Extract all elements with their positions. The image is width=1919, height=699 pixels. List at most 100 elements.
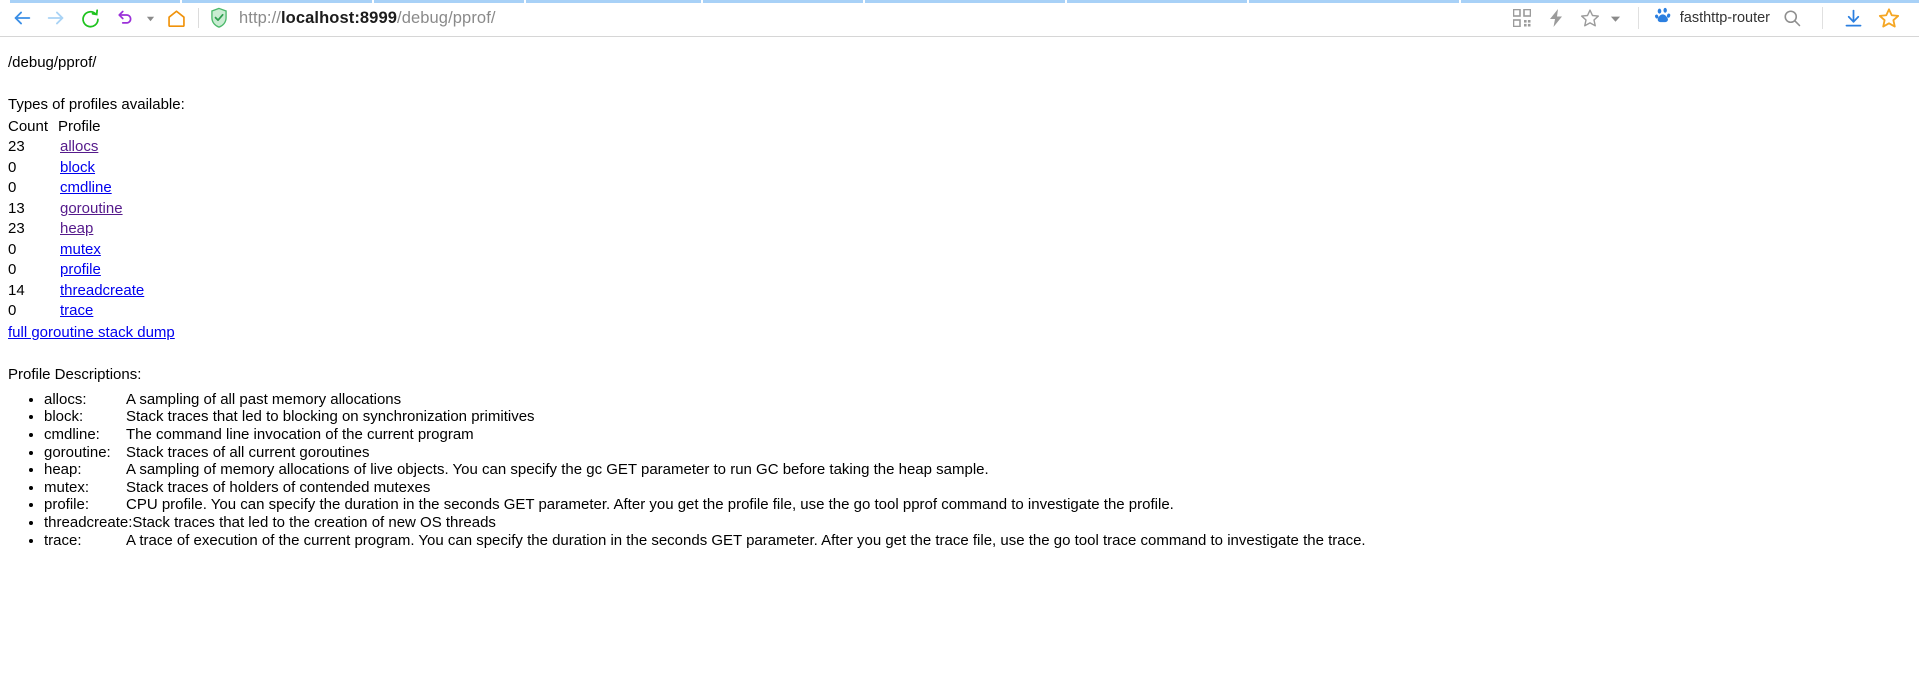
history-dropdown-button[interactable] xyxy=(142,3,158,33)
omnibox-more-button[interactable] xyxy=(1608,3,1624,33)
list-item: threadcreate:Stack traces that led to th… xyxy=(44,514,1911,532)
reload-icon xyxy=(81,8,99,28)
list-item: block: Stack traces that led to blocking … xyxy=(44,408,1911,426)
profile-count: 23 xyxy=(8,138,25,156)
list-item: trace: A trace of execution of the curren… xyxy=(44,532,1911,550)
profile-cell: heap xyxy=(58,219,144,240)
toolbar-divider xyxy=(198,8,199,28)
description-text: The command line invocation of the curre… xyxy=(126,426,474,444)
description-text: A sampling of all past memory allocation… xyxy=(126,390,402,408)
profile-count: 13 xyxy=(8,199,25,217)
profile-cell: profile xyxy=(58,260,144,281)
url-path: /debug/pprof/ xyxy=(397,8,496,27)
url-text: http://localhost:8999/debug/pprof/ xyxy=(239,9,496,28)
profile-count: 0 xyxy=(8,302,17,320)
qr-code-icon xyxy=(1512,9,1531,27)
table-row: 23 heap xyxy=(8,219,144,240)
chevron-down-icon xyxy=(1611,16,1621,22)
profiles-table-head: Count Profile xyxy=(8,117,144,138)
url-host: localhost:8999 xyxy=(280,8,398,27)
table-row: 0 cmdline xyxy=(8,178,144,199)
profile-link-trace[interactable]: trace xyxy=(60,302,93,319)
profile-link-threadcreate[interactable]: threadcreate xyxy=(60,282,144,299)
quick-action-button[interactable] xyxy=(1540,3,1572,33)
profiles-table: Count Profile 23 allocs 0 block 0 cmdline 13 go… xyxy=(8,117,144,322)
profile-link-heap[interactable]: heap xyxy=(60,220,93,237)
bookmark-fasthttp-router[interactable]: fasthttp-router xyxy=(1649,4,1776,33)
downloads-button[interactable] xyxy=(1837,3,1869,33)
description-text: A sampling of memory allocations of live… xyxy=(126,461,989,479)
column-header-profile: Profile xyxy=(58,117,101,135)
description-text: Stack traces of holders of contended mut… xyxy=(126,478,431,496)
home-button[interactable] xyxy=(160,3,192,33)
forward-button[interactable] xyxy=(40,3,72,33)
description-text: CPU profile. You can specify the duratio… xyxy=(126,496,1174,514)
reload-button[interactable] xyxy=(74,3,106,33)
profile-link-cmdline[interactable]: cmdline xyxy=(60,179,112,196)
browser-toolbar: http://localhost:8999/debug/pprof/ fasth… xyxy=(0,0,1919,37)
full-goroutine-stack-dump-link[interactable]: full goroutine stack dump xyxy=(8,324,175,341)
table-row: 0 block xyxy=(8,158,144,179)
description-name: allocs: xyxy=(44,390,87,408)
home-icon xyxy=(167,9,185,27)
arrow-left-icon xyxy=(14,11,31,25)
navigation-buttons xyxy=(0,3,192,33)
profile-count: 0 xyxy=(8,158,17,176)
profile-count: 23 xyxy=(8,220,25,238)
description-text: A trace of execution of the current prog… xyxy=(126,531,1366,549)
profile-link-block[interactable]: block xyxy=(60,159,95,176)
arrow-right-icon xyxy=(47,11,64,25)
back-button[interactable] xyxy=(6,3,38,33)
profile-cell: cmdline xyxy=(58,178,144,199)
search-button[interactable] xyxy=(1776,3,1808,33)
table-row: 0 mutex xyxy=(8,240,144,261)
star-filled-icon xyxy=(1878,8,1900,28)
shield-check-icon[interactable] xyxy=(209,7,229,29)
qr-code-button[interactable] xyxy=(1506,3,1538,33)
profile-cell: threadcreate xyxy=(58,281,144,302)
table-row: 23 allocs xyxy=(8,137,144,158)
table-row: 0 trace xyxy=(8,301,144,322)
profile-cell: trace xyxy=(58,301,144,322)
list-item: cmdline: The command line invocation of t… xyxy=(44,426,1911,444)
table-header-row: Count Profile xyxy=(8,117,144,138)
omnibox-actions xyxy=(1506,3,1628,33)
profile-link-goroutine[interactable]: goroutine xyxy=(60,200,123,217)
profile-link-mutex[interactable]: mutex xyxy=(60,241,101,258)
favorites-button[interactable] xyxy=(1873,3,1905,33)
profile-count: 0 xyxy=(8,179,17,197)
description-text: Stack traces that led to the creation of… xyxy=(132,514,496,532)
profile-count: 14 xyxy=(8,281,25,299)
stack-dump-row: full goroutine stack dump xyxy=(8,323,1911,344)
description-name: threadcreate: xyxy=(44,514,133,532)
profile-cell: mutex xyxy=(58,240,144,261)
profiles-table-body: 23 allocs 0 block 0 cmdline 13 goroutine 23 heap 0… xyxy=(8,137,144,322)
description-name: goroutine: xyxy=(44,443,111,461)
page-title: /debug/pprof/ xyxy=(8,54,97,71)
chevron-down-icon xyxy=(146,16,154,21)
profile-descriptions-list: allocs: A sampling of all past memory all… xyxy=(8,391,1911,549)
list-item: allocs: A sampling of all past memory all… xyxy=(44,391,1911,409)
list-item: goroutine: Stack traces of all current go… xyxy=(44,444,1911,462)
address-bar[interactable]: http://localhost:8999/debug/pprof/ xyxy=(209,3,1506,33)
table-row: 13 goroutine xyxy=(8,199,144,220)
profile-link-allocs[interactable]: allocs xyxy=(60,138,98,155)
description-name: trace: xyxy=(44,531,82,549)
description-name: mutex: xyxy=(44,478,90,496)
profile-link-profile[interactable]: profile xyxy=(60,261,101,278)
star-outline-icon xyxy=(1580,9,1599,27)
table-row: 0 profile xyxy=(8,260,144,281)
right-actions-divider xyxy=(1822,7,1823,29)
list-item: mutex: Stack traces of holders of contend… xyxy=(44,479,1911,497)
profile-count: 0 xyxy=(8,240,17,258)
table-row: 14 threadcreate xyxy=(8,281,144,302)
bookmark-star-button[interactable] xyxy=(1574,3,1606,33)
history-back-button[interactable] xyxy=(108,3,140,33)
undo-icon xyxy=(117,10,131,24)
lightning-icon xyxy=(1549,9,1562,27)
pprof-page: /debug/pprof/ Types of profiles availabl… xyxy=(0,37,1919,557)
search-icon xyxy=(1784,10,1801,27)
profile-cell: block xyxy=(58,158,144,179)
toolbar-right-actions xyxy=(1776,3,1919,33)
profiles-intro: Types of profiles available: xyxy=(8,95,185,113)
